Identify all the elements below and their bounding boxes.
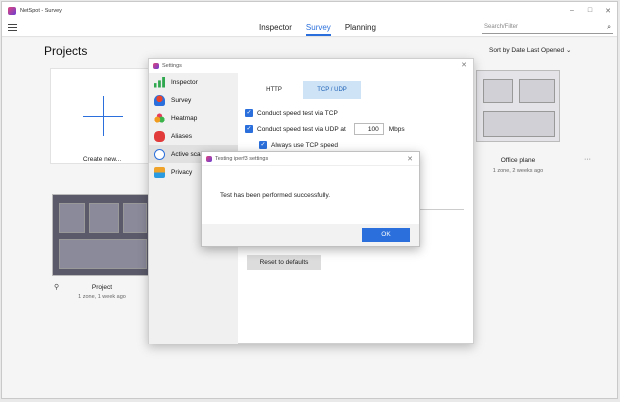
search-placeholder: Search/Filter bbox=[484, 24, 519, 30]
udp-unit: Mbps bbox=[388, 125, 405, 133]
more-options-icon[interactable]: ··· bbox=[584, 156, 591, 163]
app-logo-icon bbox=[8, 6, 16, 15]
dialog-title: Testing iperf3 settings bbox=[215, 155, 269, 162]
settings-title: Settings bbox=[162, 63, 182, 69]
option-always-tcp-row: ✓ Always use TCP speed bbox=[259, 141, 405, 149]
page-title: Projects bbox=[44, 44, 88, 58]
privacy-icon bbox=[154, 166, 165, 178]
close-icon[interactable]: ✕ bbox=[461, 61, 467, 69]
udp-checkbox[interactable]: ✓ bbox=[245, 125, 253, 133]
office-plane-meta: 1 zone, 2 weeks ago bbox=[492, 168, 544, 174]
search-input[interactable]: Search/Filter ⌕ bbox=[482, 22, 613, 34]
close-window-button[interactable]: ✕ bbox=[599, 7, 617, 15]
main-toolbar: Inspector Survey Planning Search/Filter … bbox=[2, 19, 617, 37]
floor-room bbox=[89, 203, 119, 233]
sidebar-item-aliases[interactable]: Aliases bbox=[149, 127, 238, 145]
window-controls: – □ ✕ bbox=[563, 7, 617, 15]
always-tcp-label: Always use TCP speed bbox=[271, 141, 338, 149]
tcp-label: Conduct speed test via TCP bbox=[257, 109, 338, 117]
office-plane-thumbnail[interactable] bbox=[476, 70, 560, 142]
sidebar-item-label: Active scan bbox=[171, 150, 205, 158]
sidebar-item-label: Inspector bbox=[171, 78, 198, 86]
sort-dropdown[interactable]: Sort by Date Last Opened ⌄ bbox=[489, 46, 571, 54]
segment-tcp-udp[interactable]: TCP / UDP bbox=[303, 81, 361, 99]
maximize-button[interactable]: □ bbox=[581, 7, 599, 15]
scan-icon bbox=[154, 148, 165, 160]
sidebar-item-label: Survey bbox=[171, 96, 192, 104]
project-name[interactable]: Project bbox=[52, 284, 152, 291]
option-tcp-row: ✓ Conduct speed test via TCP bbox=[245, 109, 405, 117]
hamburger-menu-icon[interactable] bbox=[8, 24, 17, 31]
app-logo-icon bbox=[206, 155, 212, 162]
reset-defaults-button[interactable]: Reset to defaults bbox=[247, 255, 321, 270]
sidebar-item-survey[interactable]: Survey bbox=[149, 91, 238, 109]
create-project-label[interactable]: Create new... bbox=[50, 156, 154, 163]
segment-http[interactable]: HTTP bbox=[245, 81, 303, 99]
floor-room bbox=[59, 203, 85, 233]
project-thumbnail[interactable] bbox=[52, 194, 152, 276]
ok-button[interactable]: OK bbox=[362, 228, 410, 242]
tab-planning[interactable]: Planning bbox=[345, 23, 376, 36]
sidebar-item-inspector[interactable]: Inspector bbox=[149, 73, 238, 91]
tab-survey[interactable]: Survey bbox=[305, 23, 331, 36]
heat-icon bbox=[154, 112, 165, 124]
option-udp-row: ✓ Conduct speed test via UDP at 100 Mbps bbox=[245, 123, 405, 135]
project-meta: 1 zone, 1 week ago bbox=[78, 294, 126, 300]
floor-room bbox=[483, 111, 555, 137]
plus-icon-vertical bbox=[103, 96, 104, 136]
sidebar-item-label: Privacy bbox=[171, 168, 193, 176]
floor-room bbox=[123, 203, 147, 233]
title-bar: NetSpot - Survey – □ ✕ bbox=[2, 2, 617, 19]
always-tcp-checkbox[interactable]: ✓ bbox=[259, 141, 267, 149]
floor-room bbox=[519, 79, 555, 103]
window-title: NetSpot - Survey bbox=[20, 7, 62, 14]
bars-icon bbox=[154, 76, 165, 88]
survey-icon bbox=[154, 94, 165, 106]
office-plane-name[interactable]: Office plane bbox=[476, 157, 560, 164]
sidebar-item-heatmap[interactable]: Heatmap bbox=[149, 109, 238, 127]
tab-inspector[interactable]: Inspector bbox=[259, 23, 292, 36]
settings-panel: HTTP TCP / UDP ✓ Conduct speed test via … bbox=[245, 81, 405, 149]
dialog-title-bar: Testing iperf3 settings bbox=[202, 152, 419, 166]
dialog-message: Test has been performed successfully. bbox=[220, 192, 331, 199]
create-project-card[interactable] bbox=[50, 68, 154, 164]
alias-icon bbox=[154, 130, 165, 142]
main-tabs: Inspector Survey Planning bbox=[259, 23, 390, 36]
close-icon[interactable]: ✕ bbox=[407, 155, 413, 163]
floor-room bbox=[483, 79, 513, 103]
protocol-segmented-control: HTTP TCP / UDP bbox=[245, 81, 405, 99]
floor-room bbox=[59, 239, 147, 269]
app-logo-icon bbox=[153, 63, 159, 69]
search-icon[interactable]: ⌕ bbox=[607, 22, 611, 33]
dialog-footer: OK bbox=[202, 224, 419, 246]
tcp-checkbox[interactable]: ✓ bbox=[245, 109, 253, 117]
sidebar-item-label: Aliases bbox=[171, 132, 192, 140]
minimize-button[interactable]: – bbox=[563, 7, 581, 15]
test-result-dialog: Testing iperf3 settings ✕ Test has been … bbox=[201, 151, 420, 247]
udp-speed-input[interactable]: 100 bbox=[353, 123, 384, 135]
sidebar-item-label: Heatmap bbox=[171, 114, 198, 122]
settings-title-bar: Settings bbox=[149, 59, 473, 73]
udp-label: Conduct speed test via UDP at bbox=[257, 125, 346, 133]
